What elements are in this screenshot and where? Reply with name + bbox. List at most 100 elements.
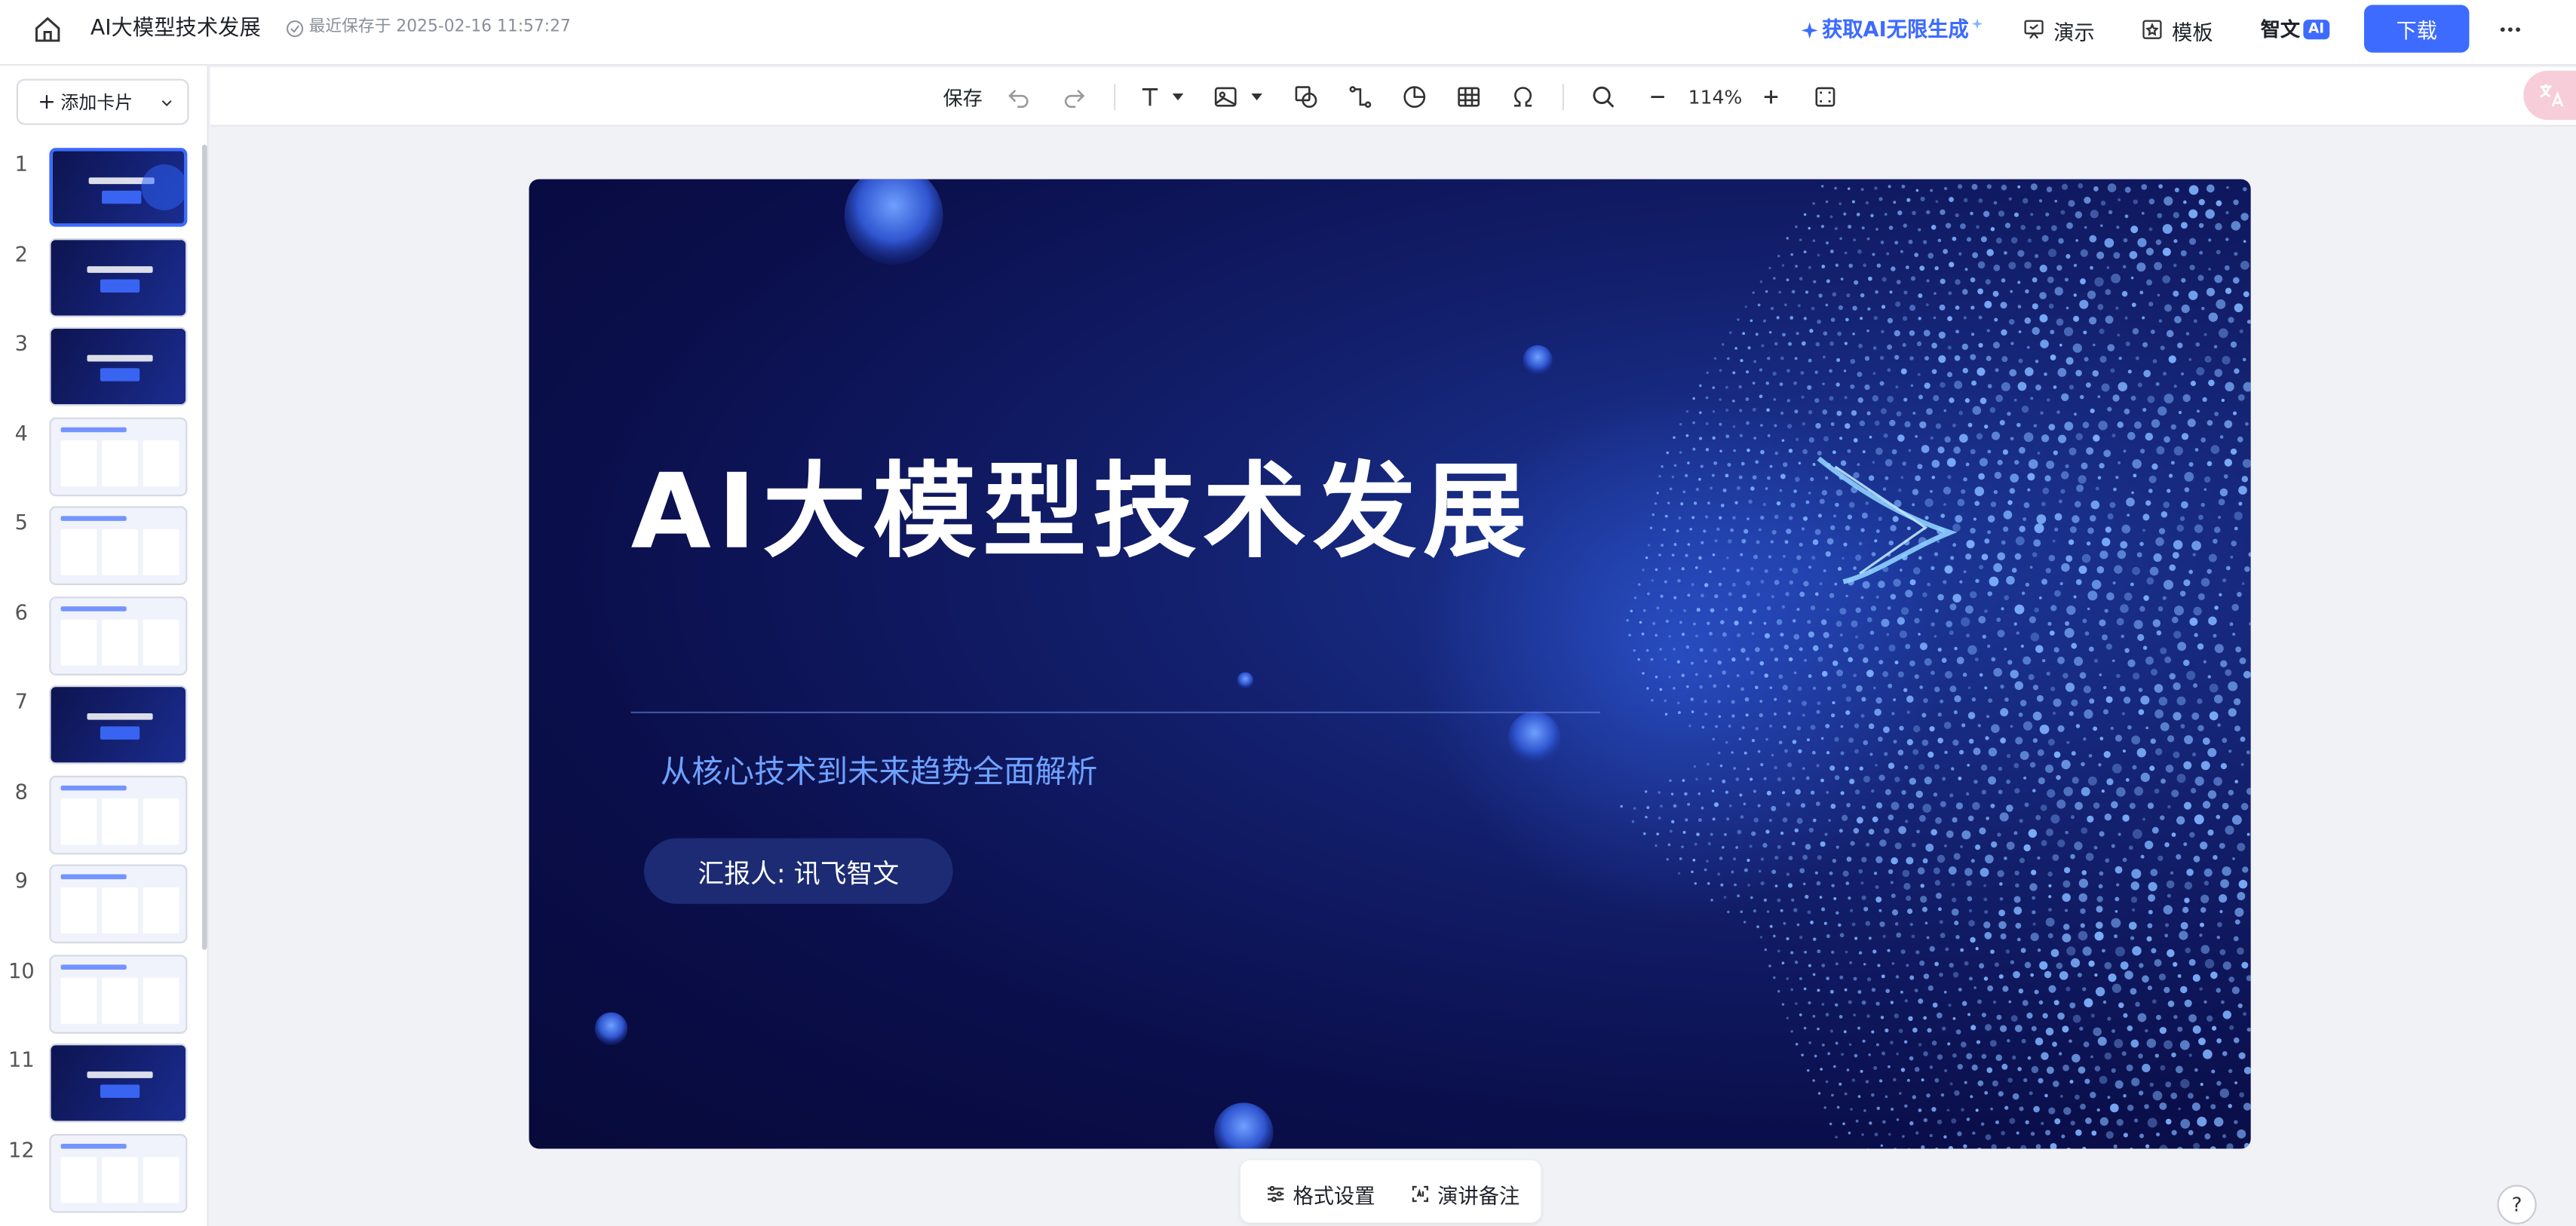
present-button[interactable]: 演示 xyxy=(2022,13,2095,46)
translate-icon xyxy=(2540,84,2564,107)
slide-thumbnail-row[interactable]: 1 xyxy=(0,148,201,230)
connector-icon xyxy=(1349,86,1372,108)
thumbnail-preview xyxy=(87,713,153,740)
slide-thumbnail[interactable] xyxy=(49,506,188,585)
format-settings-label: 格式设置 xyxy=(1293,1183,1375,1209)
slide-thumbnail-row[interactable]: 8 xyxy=(0,774,201,857)
save-button[interactable]: 保存 xyxy=(943,82,983,112)
download-button[interactable]: 下载 xyxy=(2364,5,2470,53)
template-button[interactable]: 模板 xyxy=(2141,13,2213,46)
slide-thumbnail[interactable] xyxy=(49,148,188,227)
thumbnail-preview xyxy=(60,874,179,934)
ai-unlimited-promo[interactable]: 获取AI无限生成 xyxy=(1801,15,1984,44)
fit-screen-button[interactable] xyxy=(1812,82,1838,112)
slide-thumbnail-row[interactable]: 10 xyxy=(0,954,201,1036)
slide-number: 12 xyxy=(8,1136,35,1161)
present-icon xyxy=(2024,20,2044,39)
slide-thumbnail-row[interactable]: 2 xyxy=(0,237,201,320)
text-tool-button[interactable] xyxy=(1137,82,1164,112)
add-card-button[interactable]: + 添加卡片 xyxy=(16,78,189,125)
thumbnail-preview xyxy=(60,516,179,575)
slide-thumbnail-row[interactable]: 6 xyxy=(0,596,201,678)
slide-canvas[interactable]: AI大模型技术发展 从核心技术到未来趋势全面解析 汇报人: 讯飞智文 xyxy=(529,179,2251,1149)
translate-button[interactable] xyxy=(2523,70,2576,121)
speaker-notes-button[interactable]: 演讲备注 xyxy=(1409,1178,1520,1209)
search-button[interactable] xyxy=(1590,82,1617,112)
slide-number: 2 xyxy=(14,241,28,266)
slide-thumbnail[interactable] xyxy=(49,326,188,406)
slide-thumbnail-row[interactable]: 9 xyxy=(0,864,201,946)
slide-title[interactable]: AI大模型技术发展 xyxy=(631,429,1533,578)
slide-thumbnail-row[interactable]: 7 xyxy=(0,685,201,768)
slide-thumbnail[interactable] xyxy=(49,237,188,317)
slide-number: 6 xyxy=(14,599,28,624)
chevron-down-icon[interactable] xyxy=(159,95,174,110)
ai-notes-icon xyxy=(1412,1185,1429,1203)
fit-screen-icon xyxy=(1815,87,1835,107)
brand-ai-tag: AI xyxy=(2303,19,2329,39)
toolbar-divider xyxy=(1562,84,1565,111)
document-title[interactable]: AI大模型技术发展 xyxy=(90,15,261,44)
image-tool-dropdown[interactable] xyxy=(1249,82,1265,112)
more-options-icon[interactable] xyxy=(2497,17,2523,43)
slide-thumbnail[interactable] xyxy=(49,774,188,854)
slide-thumbnail[interactable] xyxy=(49,416,188,496)
shape-tool-button[interactable] xyxy=(1293,82,1320,112)
slide-thumbnail-row[interactable]: 3 xyxy=(0,326,201,409)
zoom-out-button[interactable] xyxy=(1645,82,1671,112)
home-icon[interactable] xyxy=(33,15,63,44)
image-tool-button[interactable] xyxy=(1213,82,1239,112)
text-tool-dropdown[interactable] xyxy=(1170,82,1186,112)
zoom-in-button[interactable] xyxy=(1758,82,1784,112)
zoom-level[interactable]: 114% xyxy=(1688,82,1743,112)
plus-icon xyxy=(1764,90,1778,104)
toolbar-divider xyxy=(1114,84,1116,111)
slide-thumbnail-panel: + 添加卡片 1 2 3 4 5 6 7 8 9 10 11 12 xyxy=(0,66,209,1226)
shape-icon xyxy=(1295,86,1317,108)
slide-thumbnail[interactable] xyxy=(49,596,188,675)
slide-number: 10 xyxy=(8,957,35,982)
thumbnail-scrollbar[interactable] xyxy=(201,144,207,950)
save-status: 最近保存于 2025-02-16 11:57:27 xyxy=(286,17,571,40)
small-sparkle-icon xyxy=(1972,17,1983,29)
slide-thumbnail[interactable] xyxy=(49,685,188,765)
slide-subtitle[interactable]: 从核心技术到未来趋势全面解析 xyxy=(661,748,1098,792)
symbol-tool-button[interactable] xyxy=(1510,82,1536,112)
reporter-badge[interactable]: 汇报人: 讯飞智文 xyxy=(644,838,953,904)
ai-promo-text: 获取AI无限生成 xyxy=(1822,16,1969,41)
connector-tool-button[interactable] xyxy=(1347,82,1373,112)
slide-thumbnail-row[interactable]: 4 xyxy=(0,416,201,499)
minus-icon xyxy=(1651,96,1664,99)
title-divider-line xyxy=(630,711,1600,713)
present-label: 演示 xyxy=(2053,19,2095,44)
slide-thumbnail[interactable] xyxy=(49,954,188,1033)
caret-down-icon xyxy=(1251,93,1262,101)
sliders-icon xyxy=(1268,1185,1284,1203)
zhiwen-ai-brand[interactable]: 智文 AI xyxy=(2261,15,2329,43)
slide-thumbnail-row[interactable]: 11 xyxy=(0,1044,201,1126)
slide-number: 3 xyxy=(14,330,28,355)
thumbnail-preview xyxy=(87,354,153,382)
table-icon xyxy=(1458,87,1480,107)
speaker-notes-label: 演讲备注 xyxy=(1437,1183,1520,1209)
slide-thumbnail-row[interactable]: 5 xyxy=(0,506,201,588)
slide-thumbnail[interactable] xyxy=(49,1044,188,1123)
thumbnail-preview xyxy=(88,164,185,210)
thumbnail-preview xyxy=(60,784,179,844)
format-settings-button[interactable]: 格式设置 xyxy=(1265,1178,1375,1209)
slide-thumbnail-row[interactable]: 12 xyxy=(0,1133,201,1215)
slide-thumbnail[interactable] xyxy=(49,864,188,944)
slide-number: 11 xyxy=(8,1047,35,1072)
redo-button[interactable] xyxy=(1061,82,1087,112)
slide-number: 7 xyxy=(14,688,28,713)
caret-down-icon xyxy=(1172,93,1184,101)
bottom-action-bar: 格式设置 演讲备注 xyxy=(1240,1160,1541,1223)
chart-tool-button[interactable] xyxy=(1401,82,1428,112)
digital-face-illustration xyxy=(1620,183,2251,1149)
table-tool-button[interactable] xyxy=(1455,82,1482,112)
check-circle-icon xyxy=(287,20,304,37)
undo-button[interactable] xyxy=(1005,82,1032,112)
help-button[interactable]: ? xyxy=(2497,1185,2537,1224)
top-bar: AI大模型技术发展 最近保存于 2025-02-16 11:57:27 获取AI… xyxy=(0,0,2576,66)
slide-thumbnail[interactable] xyxy=(49,1133,188,1212)
